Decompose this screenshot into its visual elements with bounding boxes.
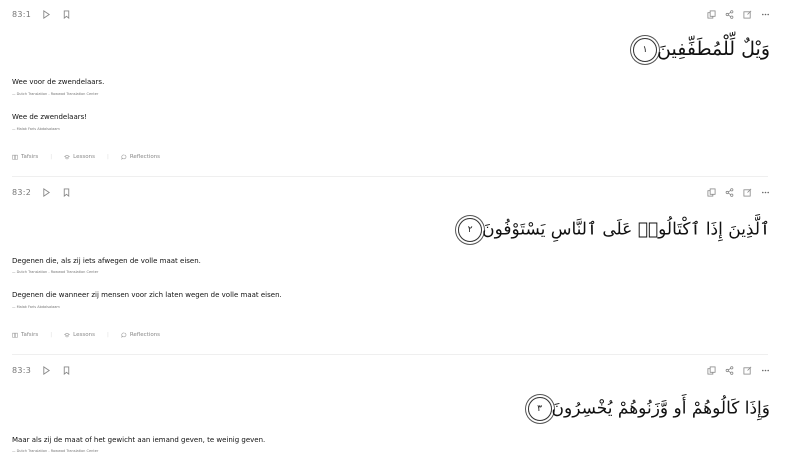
translation-text: Degenen die, als zij iets afwegen de vol… xyxy=(12,257,201,265)
tafsirs-link[interactable]: Tafsirs xyxy=(12,332,38,338)
bookmark-icon[interactable] xyxy=(61,187,71,197)
link-separator: | xyxy=(50,332,53,338)
bookmark-icon[interactable] xyxy=(61,365,71,375)
verse-actions xyxy=(706,187,770,197)
arabic-text: ٱلَّذِينَ إِذَا ٱكْتَالُوا۟ عَلَى ٱلنَّا… xyxy=(482,219,770,240)
more-icon[interactable] xyxy=(760,365,770,375)
lessons-link[interactable]: Lessons xyxy=(64,332,95,338)
verse-number-marker: ٢ xyxy=(458,218,483,242)
lessons-label: Lessons xyxy=(73,154,95,160)
verse-actions xyxy=(706,365,770,375)
verse-links: Tafsirs | Lessons | Reflections xyxy=(12,332,160,338)
edit-note-icon[interactable] xyxy=(742,365,752,375)
copy-icon[interactable] xyxy=(706,9,716,19)
book-icon xyxy=(12,154,18,160)
play-icon[interactable] xyxy=(41,9,51,19)
tafsirs-link[interactable]: Tafsirs xyxy=(12,154,38,160)
verse-header: 83:1 xyxy=(12,9,71,19)
translation-text: Wee de zwendelaars! xyxy=(12,113,88,121)
bookmark-icon[interactable] xyxy=(61,9,71,19)
lessons-link[interactable]: Lessons xyxy=(64,154,95,160)
verse-key[interactable]: 83:1 xyxy=(12,10,31,19)
arabic-text: وَإِذَا كَالُوهُمْ أَو وَّزَنُوهُمْ يُخْ… xyxy=(551,398,770,419)
verse-number-marker: ١ xyxy=(633,38,658,62)
lessons-label: Lessons xyxy=(73,332,95,338)
translation-text: Maar als zij de maat of het gewicht aan … xyxy=(12,436,266,444)
share-icon[interactable] xyxy=(724,187,734,197)
verse-number-marker: ٣ xyxy=(527,397,552,421)
link-separator: | xyxy=(106,332,109,338)
verse-links: Tafsirs | Lessons | Reflections xyxy=(12,154,160,160)
verse-key[interactable]: 83:2 xyxy=(12,188,31,197)
link-separator: | xyxy=(50,154,53,160)
translation-source: — Dutch Translation - Rowwad Translation… xyxy=(12,92,99,96)
edit-note-icon[interactable] xyxy=(742,9,752,19)
translation-source: — Dutch Translation - Rowwad Translation… xyxy=(12,270,99,274)
chat-icon xyxy=(121,154,127,160)
share-icon[interactable] xyxy=(724,365,734,375)
copy-icon[interactable] xyxy=(706,187,716,197)
arabic-text: وَيْلٌ لِّلْمُطَفِّفِينَ xyxy=(657,38,770,60)
tafsirs-label: Tafsirs xyxy=(21,154,39,160)
lessons-icon xyxy=(64,332,71,338)
reflections-link[interactable]: Reflections xyxy=(121,332,160,338)
link-separator: | xyxy=(106,154,109,160)
translation-source: — Malak Faris Abdalsalaam xyxy=(12,305,60,309)
translation-text: Wee voor de zwendelaars. xyxy=(12,78,105,86)
copy-icon[interactable] xyxy=(706,365,716,375)
share-icon[interactable] xyxy=(724,9,734,19)
translation-text: Degenen die wanneer zij mensen voor zich… xyxy=(12,291,282,299)
reflections-link[interactable]: Reflections xyxy=(121,154,160,160)
edit-note-icon[interactable] xyxy=(742,187,752,197)
verse-header: 83:3 xyxy=(12,365,71,375)
play-icon[interactable] xyxy=(41,187,51,197)
reflections-label: Reflections xyxy=(129,332,161,338)
play-icon[interactable] xyxy=(41,365,51,375)
lessons-icon xyxy=(64,154,71,160)
reflections-label: Reflections xyxy=(129,154,161,160)
more-icon[interactable] xyxy=(760,187,770,197)
arabic-verse-text: وَإِذَا كَالُوهُمْ أَو وَّزَنُوهُمْ يُخْ… xyxy=(522,397,770,421)
divider xyxy=(12,176,768,177)
arabic-verse-text: ٱلَّذِينَ إِذَا ٱكْتَالُوا۟ عَلَى ٱلنَّا… xyxy=(452,218,770,242)
translation-source: — Malak Faris Abdalsalaam xyxy=(12,127,60,131)
verse-header: 83:2 xyxy=(12,187,71,197)
chat-icon xyxy=(121,332,127,338)
tafsirs-label: Tafsirs xyxy=(21,332,39,338)
divider xyxy=(12,354,768,355)
more-icon[interactable] xyxy=(760,9,770,19)
verse-key[interactable]: 83:3 xyxy=(12,366,31,375)
translation-source: — Dutch Translation - Rowwad Translation… xyxy=(12,449,99,453)
arabic-verse-text: وَيْلٌ لِّلْمُطَفِّفِينَ١ xyxy=(627,38,770,62)
book-icon xyxy=(12,332,18,338)
verse-actions xyxy=(706,9,770,19)
